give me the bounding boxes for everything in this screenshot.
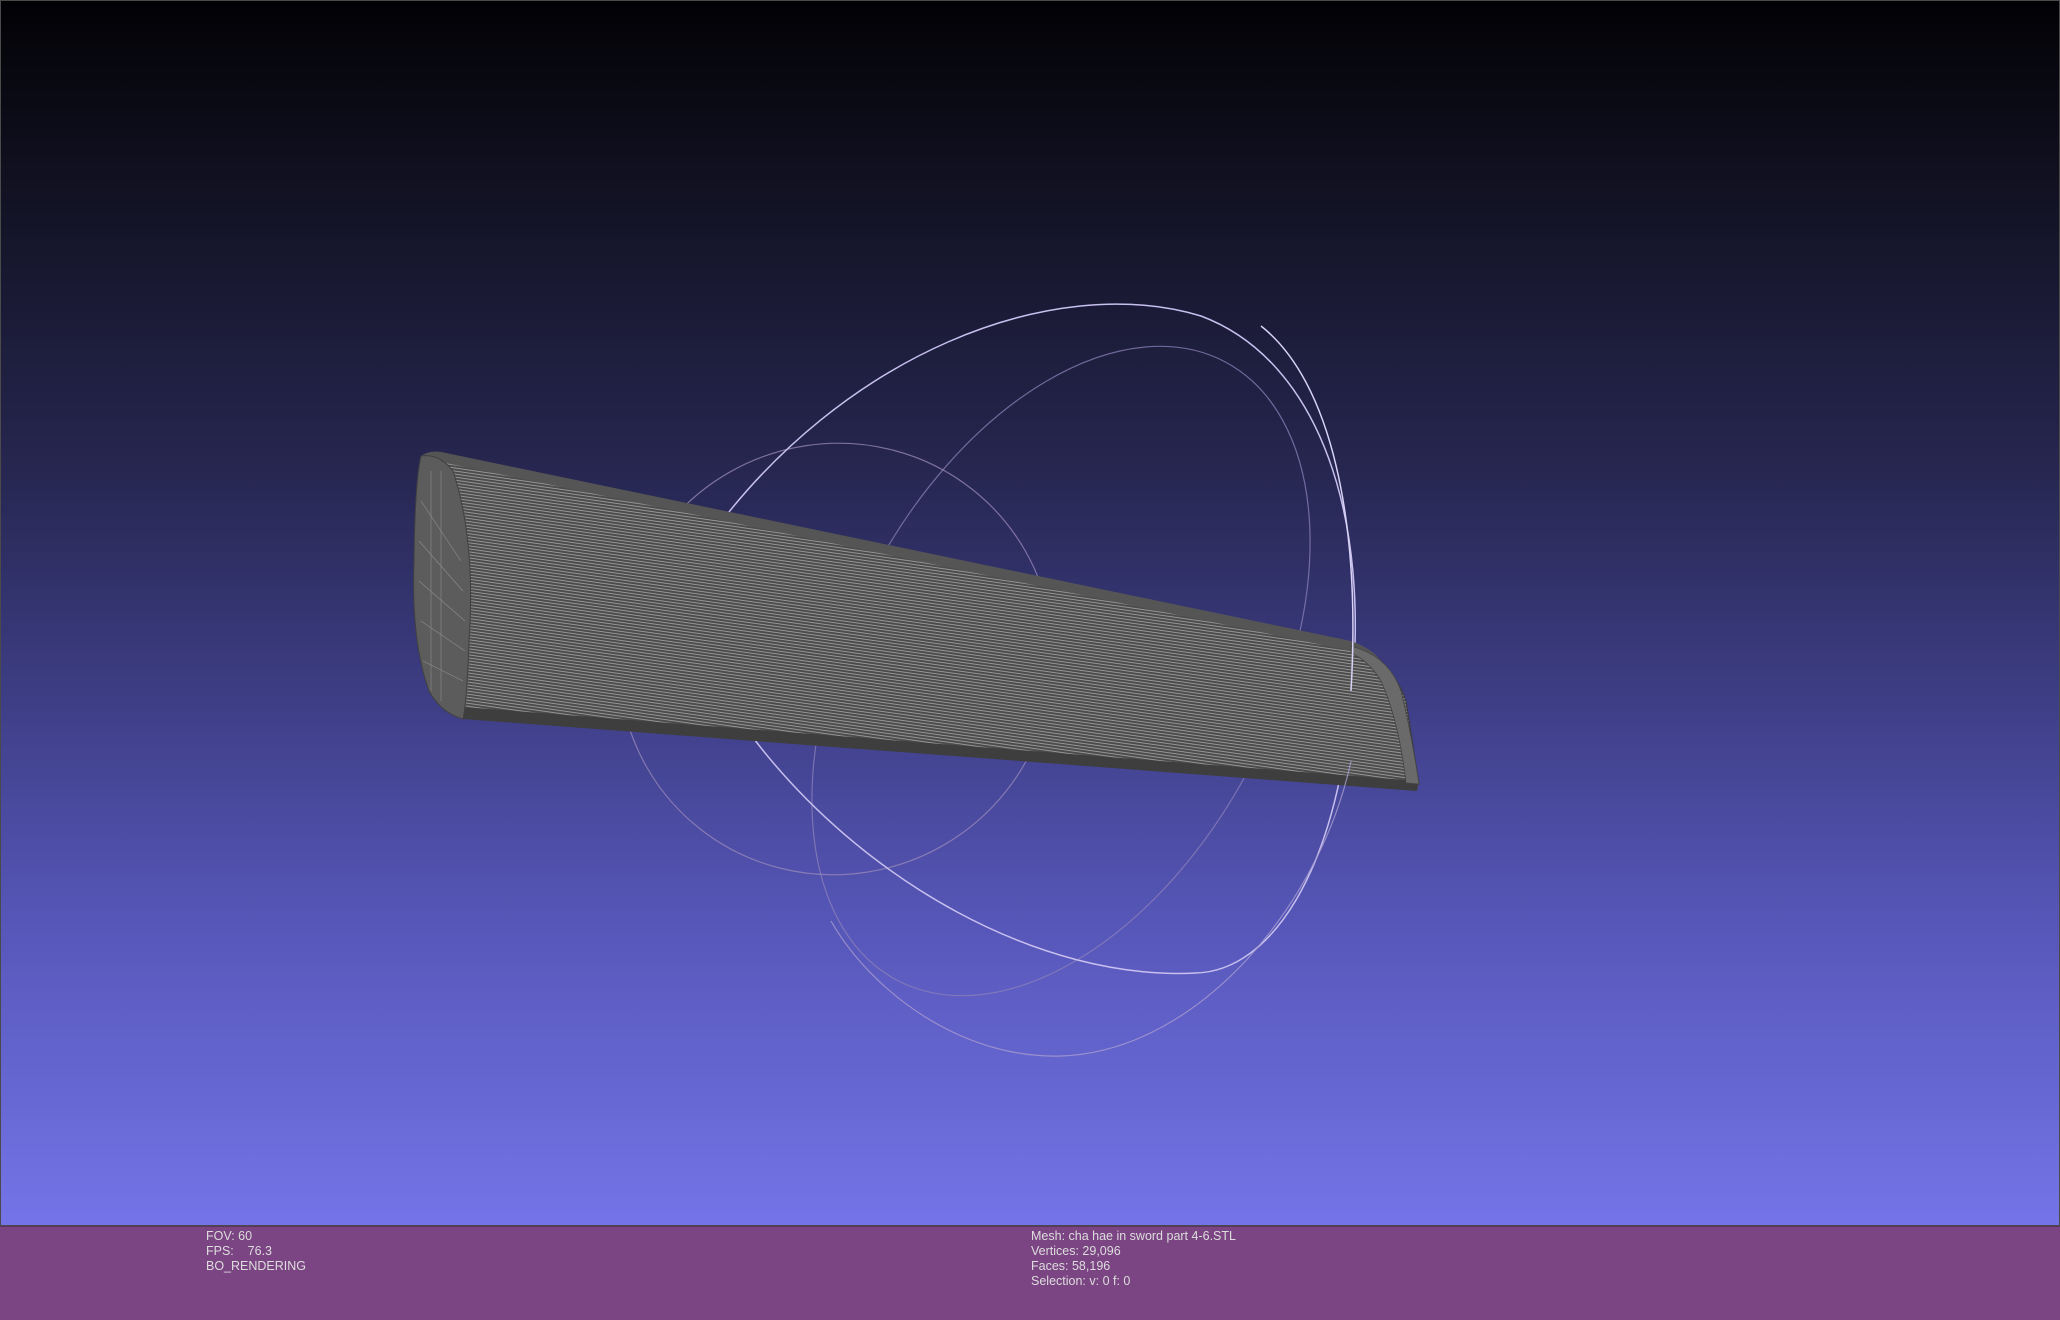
render-mode-label: BO_RENDERING [206, 1259, 307, 1273]
mesh-info-panel: Mesh: cha hae in sword part 4-6.STL Vert… [1031, 1229, 1236, 1289]
scene-canvas[interactable] [1, 1, 2060, 1226]
fov-label: FOV: 60 [206, 1229, 253, 1243]
selection-label: Selection: v: 0 f: 0 [1031, 1274, 1131, 1288]
viewer-info-panel: FOV: 60 FPS: 76.3 BO_RENDERING [206, 1229, 306, 1274]
vertices-label: Vertices: 29,096 [1031, 1244, 1121, 1258]
trackball-ring-y-front [830, 760, 1352, 1057]
fps-label: FPS: 76.3 [206, 1244, 273, 1258]
info-bar [0, 1226, 2060, 1320]
faces-label: Faces: 58,196 [1031, 1259, 1111, 1273]
3d-viewport[interactable] [0, 0, 2060, 1226]
blade-side-face [430, 460, 1420, 785]
mesh-name-label: Mesh: cha hae in sword part 4-6.STL [1031, 1229, 1236, 1243]
